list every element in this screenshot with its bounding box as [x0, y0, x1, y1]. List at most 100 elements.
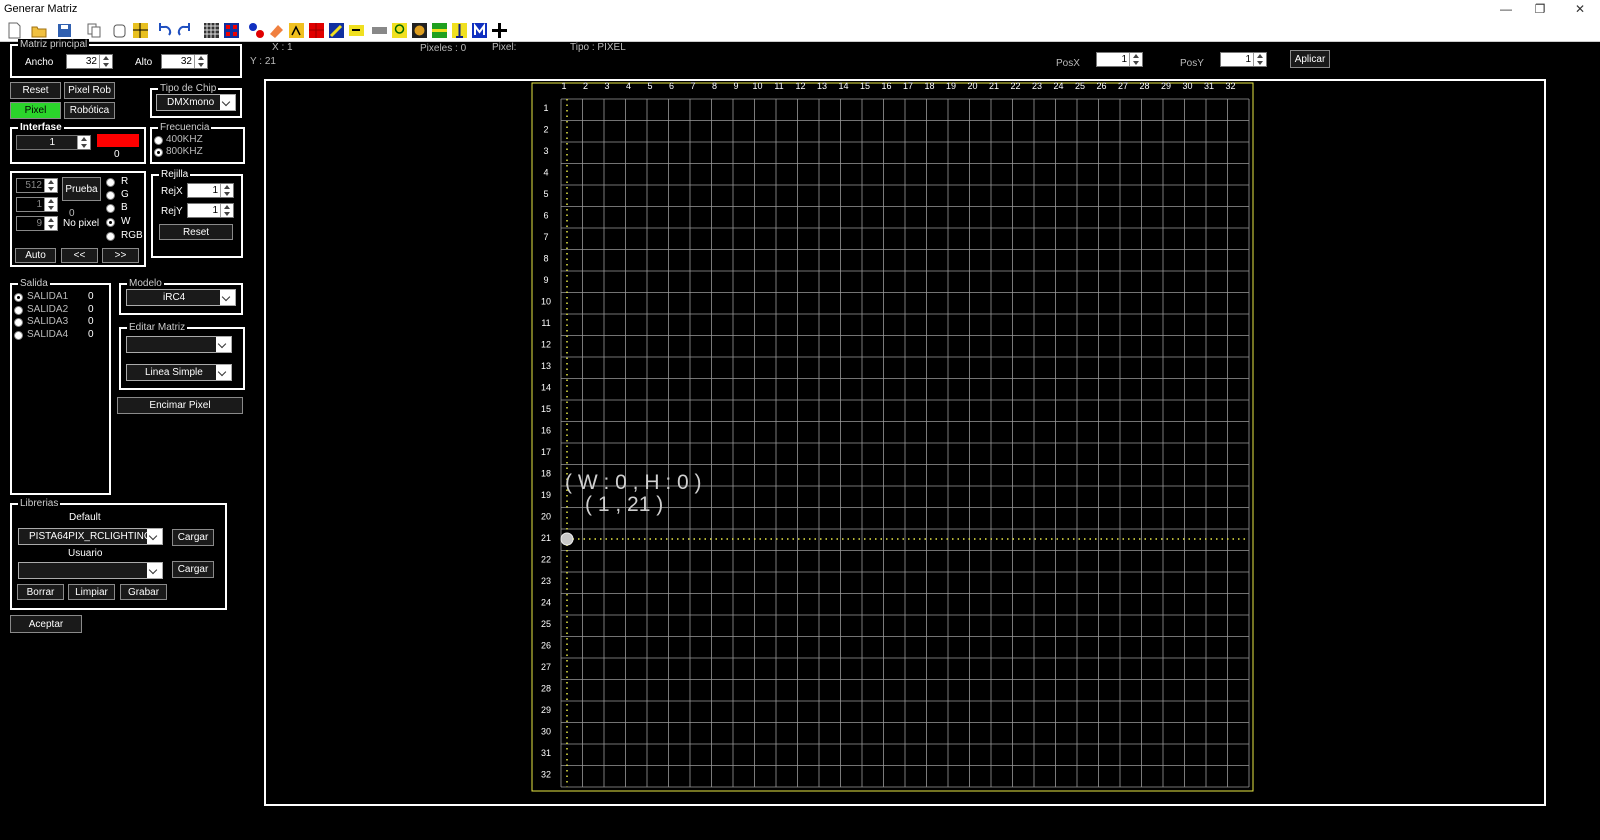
pixel-rob-button[interactable]: Pixel Rob — [64, 82, 115, 99]
freq-400-radio[interactable] — [154, 136, 163, 145]
matrix-canvas[interactable]: 1 2 3 4 5 6 7 8 9 10 11 12 13 14 15 16 17 18 19 20 21 22 23 24 2… — [264, 79, 1546, 806]
reset-button[interactable]: Reset — [10, 82, 61, 99]
chip-select[interactable]: DMXmono — [156, 94, 236, 111]
row-label: 3 — [543, 146, 548, 156]
interfase-count: 0 — [114, 149, 120, 160]
interfase-stepper[interactable]: 1 — [16, 135, 91, 150]
color-r-radio[interactable] — [106, 178, 115, 187]
connector-icon[interactable] — [371, 22, 388, 39]
copy-icon[interactable] — [86, 22, 103, 39]
bulb-icon[interactable] — [391, 22, 408, 39]
prueba-button[interactable]: Prueba — [62, 177, 101, 201]
column-label: 3 — [604, 81, 609, 91]
rejy-stepper[interactable]: 1 — [187, 203, 234, 218]
toolbar — [0, 20, 1600, 42]
dots-icon[interactable] — [248, 22, 265, 39]
m-icon[interactable] — [471, 22, 488, 39]
matrix-border — [531, 82, 1254, 792]
posy-label: PosY — [1180, 58, 1204, 69]
eraser-icon[interactable] — [268, 22, 285, 39]
row-label: 16 — [541, 426, 551, 436]
redo-icon[interactable] — [176, 22, 193, 39]
undo-icon[interactable] — [156, 22, 173, 39]
salida3-value: 0 — [88, 316, 94, 327]
cargar-default-button[interactable]: Cargar — [172, 529, 214, 546]
rejx-stepper[interactable]: 1 — [187, 183, 234, 198]
column-label: 27 — [1118, 81, 1128, 91]
matrix-grid[interactable]: 1 2 3 4 5 6 7 8 9 10 11 12 13 14 15 16 17 18 19 20 21 22 23 24 2… — [266, 81, 1544, 804]
grabar-button[interactable]: Grabar — [120, 584, 167, 600]
chevron-down-icon — [220, 290, 235, 305]
encimar-pixel-button[interactable]: Encimar Pixel — [117, 397, 243, 414]
open-folder-icon[interactable] — [31, 22, 48, 39]
salida1-radio[interactable] — [14, 293, 23, 302]
chevron-down-icon — [147, 563, 162, 578]
fill-red-icon[interactable] — [308, 22, 325, 39]
auto-button[interactable]: Auto — [15, 248, 56, 263]
aplicar-button[interactable]: Aplicar — [1290, 50, 1330, 68]
color-w-radio[interactable] — [106, 218, 115, 227]
green-bar-icon[interactable] — [431, 22, 448, 39]
posx-stepper[interactable]: 1 — [1096, 52, 1143, 67]
robot-icon[interactable] — [411, 22, 428, 39]
column-label: 11 — [774, 81, 783, 91]
modelo-select[interactable]: iRC4 — [126, 289, 236, 306]
rejilla-reset-button[interactable]: Reset — [159, 224, 233, 240]
red-grid-icon[interactable] — [223, 22, 240, 39]
row-label: 22 — [541, 555, 551, 565]
alto-stepper[interactable]: 32 — [161, 54, 208, 69]
usuario-library-select[interactable] — [18, 562, 163, 579]
robotica-button[interactable]: Robótica — [64, 102, 115, 119]
save-icon[interactable] — [56, 22, 73, 39]
freq-800-radio[interactable] — [154, 148, 163, 157]
column-label: 23 — [1032, 81, 1042, 91]
restore-button[interactable]: ❐ — [1520, 0, 1560, 20]
hand-icon[interactable] — [111, 22, 128, 39]
pixeles-readout: Pixeles : 0 — [420, 43, 467, 54]
salida3-radio[interactable] — [14, 318, 23, 327]
borrar-button[interactable]: Borrar — [17, 584, 64, 600]
row-label: 11 — [541, 318, 550, 328]
default-library-select[interactable]: PISTA64PIX_RCLIGHTING — [18, 528, 163, 545]
chevron-down-icon — [216, 365, 231, 380]
column-label: 32 — [1225, 81, 1235, 91]
cargar-usuario-button[interactable]: Cargar — [172, 561, 214, 578]
column-label: 2 — [583, 81, 588, 91]
salida4-radio[interactable] — [14, 331, 23, 340]
color-rgb-radio[interactable] — [106, 232, 115, 241]
aceptar-button[interactable]: Aceptar — [10, 615, 82, 633]
path-icon[interactable] — [288, 22, 305, 39]
row-label: 20 — [541, 512, 551, 522]
salida2-radio[interactable] — [14, 306, 23, 315]
editar-select-2[interactable]: Linea Simple — [126, 364, 232, 381]
color-g-radio[interactable] — [106, 191, 115, 200]
arrow-tag-icon[interactable] — [348, 22, 365, 39]
color-b-label: B — [121, 202, 128, 213]
interfase-color-swatch[interactable] — [97, 134, 139, 147]
column-label: 14 — [838, 81, 848, 91]
prueba-spin-2[interactable]: 1 — [16, 197, 58, 212]
color-b-radio[interactable] — [106, 204, 115, 213]
posy-stepper[interactable]: 1 — [1220, 52, 1267, 67]
prev-button[interactable]: << — [61, 248, 98, 263]
prueba-spin-3[interactable]: 9 — [16, 216, 58, 231]
prueba-spin-1[interactable]: 512 — [16, 178, 58, 193]
new-file-icon[interactable] — [6, 22, 23, 39]
x-readout: X : 1 — [272, 42, 293, 53]
editar-select-1[interactable] — [126, 336, 232, 353]
matrix-grid-icon[interactable] — [203, 22, 220, 39]
cross-grid-icon[interactable] — [491, 22, 508, 39]
column-label: 15 — [860, 81, 870, 91]
column-label: 30 — [1182, 81, 1192, 91]
row-label: 23 — [541, 576, 551, 586]
pixel-button[interactable]: Pixel — [10, 102, 61, 119]
tower-icon[interactable] — [451, 22, 468, 39]
grid-select-icon[interactable] — [132, 22, 149, 39]
pencil-icon[interactable] — [328, 22, 345, 39]
limpiar-button[interactable]: Limpiar — [68, 584, 115, 600]
column-label: 4 — [626, 81, 631, 91]
column-label: 29 — [1161, 81, 1171, 91]
close-button[interactable]: ✕ — [1560, 0, 1600, 20]
next-button[interactable]: >> — [102, 248, 139, 263]
ancho-stepper[interactable]: 32 — [66, 54, 113, 69]
